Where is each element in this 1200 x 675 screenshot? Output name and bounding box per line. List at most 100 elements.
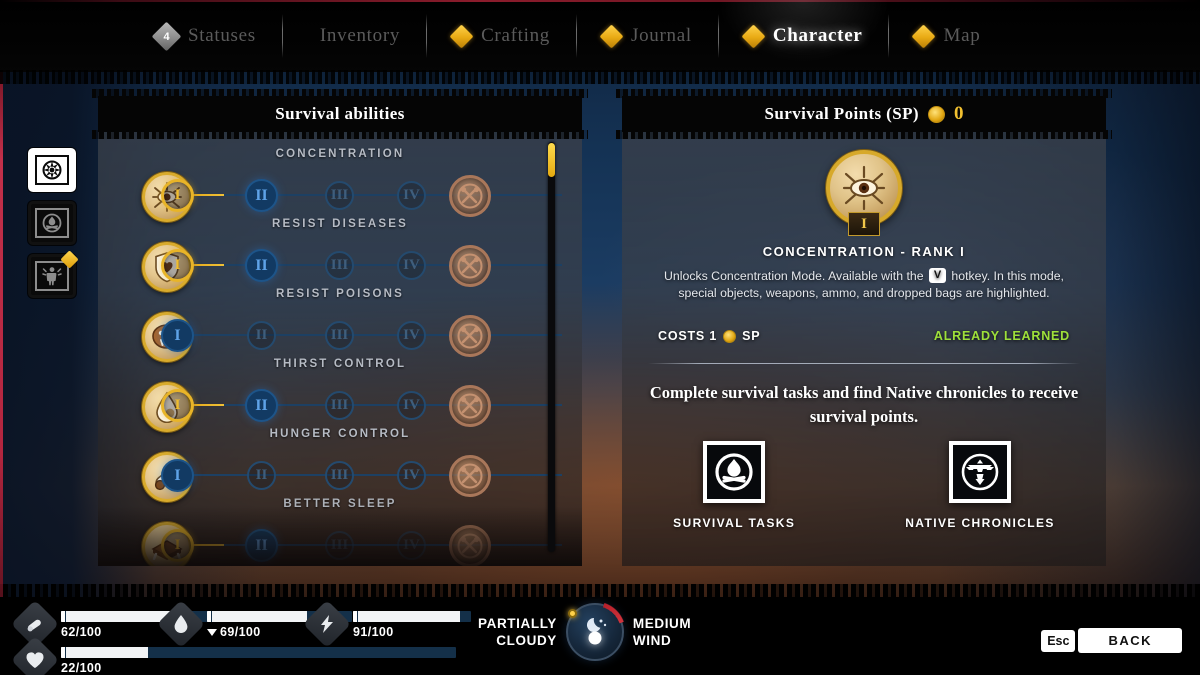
skill-rank-node[interactable]: IV — [397, 391, 426, 420]
crossed-hammers-icon[interactable] — [449, 385, 491, 427]
esc-key-badge: Esc — [1041, 629, 1076, 652]
tab-statuses[interactable]: 4 Statuses — [130, 0, 282, 72]
sp-source-native-chronicles[interactable]: NATIVE CHRONICLES — [905, 441, 1055, 530]
skill-rank-node[interactable]: III — [325, 321, 354, 350]
diamond-icon — [741, 23, 766, 49]
sp-coin-icon — [927, 105, 945, 123]
skill-track: I II III IV — [142, 522, 562, 566]
hotkey-badge: V — [928, 268, 946, 284]
crossed-hammers-icon[interactable] — [449, 315, 491, 357]
skill-rank-node[interactable]: IV — [397, 461, 426, 490]
section-divider — [648, 363, 1080, 364]
skill-rank-node[interactable]: I — [161, 459, 194, 492]
tab-label: Map — [943, 25, 981, 46]
skill-rank-node[interactable]: III — [325, 461, 354, 490]
rank-numeral-badge: I — [848, 212, 880, 236]
weather-condition: PARTIALLY CLOUDY — [478, 616, 557, 648]
skill-rank-node[interactable]: III — [325, 391, 354, 420]
skill-track: I II III IV — [142, 312, 562, 362]
energy-bar-group: 91/100 — [353, 607, 471, 639]
tab-character[interactable]: Character — [718, 0, 889, 72]
energy-value: 91/100 — [353, 625, 394, 639]
health-bar-tick — [61, 647, 66, 658]
skill-connector — [190, 334, 562, 336]
skill-rank-node[interactable]: I — [161, 179, 194, 212]
skill-rank-node[interactable]: IV — [397, 321, 426, 350]
rail-cooking-abilities[interactable] — [28, 201, 76, 245]
skill-name: THIRST CONTROL — [273, 358, 407, 370]
stat-health: 22/100 — [10, 635, 456, 675]
skill-rank-node[interactable]: IV — [397, 181, 426, 210]
skill-tree-scrollbar-thumb[interactable] — [548, 143, 555, 177]
skill-rank-node[interactable]: I — [161, 319, 194, 352]
sp-source-survival-tasks[interactable]: SURVIVAL TASKS — [673, 441, 795, 530]
health-bar — [61, 647, 456, 658]
back-control[interactable]: Esc BACK — [1041, 628, 1182, 653]
rail-survival-abilities[interactable] — [28, 148, 76, 192]
energy-bar-tick — [353, 611, 358, 622]
water-value: 69/100 — [220, 625, 261, 639]
cost-prefix: COSTS 1 — [658, 329, 718, 343]
top-navigation-bar: 4 Statuses Inventory Crafting Journal Charact… — [0, 0, 1200, 72]
perk-description: Unlocks Concentration Mode. Available wi… — [648, 268, 1080, 302]
perk-description-before: Unlocks Concentration Mode. Available wi… — [664, 269, 924, 283]
skill-row: RESIST DISEASES I II III IV — [116, 218, 564, 292]
skill-rank-node[interactable]: II — [247, 321, 276, 350]
rail-body-perks[interactable] — [28, 250, 79, 298]
ability-detail-panel: I CONCENTRATION - RANK I Unlocks Concent… — [622, 126, 1106, 566]
crossed-hammers-icon[interactable] — [449, 455, 491, 497]
skill-rank-node[interactable]: II — [245, 389, 278, 422]
crossed-hammers-icon[interactable] — [449, 175, 491, 217]
skill-tree-scrollbar-track[interactable] — [548, 142, 555, 552]
skill-tree-scroll-area[interactable]: CONCENTRATION I II III IV RESIST DISEASES I II I… — [98, 122, 582, 566]
skill-rank-node[interactable]: III — [325, 181, 354, 210]
skill-connector-lit — [190, 544, 224, 546]
tab-label: Inventory — [319, 25, 401, 46]
skill-row: THIRST CONTROL I II III IV — [116, 358, 564, 432]
survival-points-header: Survival Points (SP) 0 — [622, 96, 1106, 132]
thunderbird-circle-icon — [949, 441, 1012, 503]
skill-rank-node[interactable]: II — [245, 179, 278, 212]
body-perk-icon — [35, 261, 69, 291]
skill-rank-node[interactable]: III — [325, 531, 354, 560]
left-edge-accent — [0, 58, 3, 622]
right-panel-title: Survival Points (SP) — [764, 104, 919, 123]
skill-rank-node[interactable]: I — [161, 389, 194, 422]
weather-widget: PARTIALLY CLOUDY MEDIUM WIND — [478, 601, 698, 663]
skill-rank-node[interactable]: III — [325, 251, 354, 280]
tab-label: Character — [772, 25, 863, 46]
crossed-hammers-icon[interactable] — [449, 245, 491, 287]
skill-rank-node[interactable]: IV — [397, 251, 426, 280]
perk-cost: COSTS 1 SP — [658, 329, 760, 343]
ability-category-rail — [28, 148, 79, 298]
tab-map[interactable]: Map — [889, 0, 1006, 72]
tab-label: Journal — [630, 25, 692, 46]
weather-wind: MEDIUM WIND — [632, 616, 692, 648]
tab-journal[interactable]: Journal — [577, 0, 718, 72]
sp-source-hint: Complete survival tasks and find Native … — [649, 383, 1079, 426]
diamond-badge-icon: 4 — [151, 21, 182, 51]
cost-suffix: SP — [742, 329, 761, 343]
health-bar-fill — [61, 647, 148, 658]
skill-name: RESIST DISEASES — [272, 218, 408, 230]
sp-sources: SURVIVAL TASKS NATIVE CHRONICLES — [622, 441, 1106, 530]
skill-rank-node[interactable]: IV — [397, 531, 426, 560]
tab-inventory[interactable]: Inventory — [283, 0, 426, 72]
skill-rank-node[interactable]: I — [161, 249, 194, 282]
skill-name: HUNGER CONTROL — [269, 428, 411, 440]
crossed-hammers-icon[interactable] — [449, 525, 491, 566]
time-marker-icon — [567, 609, 577, 618]
survival-abilities-header: Survival abilities — [98, 96, 582, 132]
skill-row: BETTER SLEEP I II III IV — [116, 498, 564, 566]
skill-track: I II III IV — [142, 172, 562, 222]
tab-crafting[interactable]: Crafting — [427, 0, 576, 72]
skill-rank-node[interactable]: II — [245, 249, 278, 282]
back-button[interactable]: BACK — [1078, 628, 1182, 653]
skill-rank-node[interactable]: II — [245, 529, 278, 562]
skill-row: HUNGER CONTROL I II III IV — [116, 428, 564, 502]
moon-cloud-dial-icon — [563, 601, 626, 663]
skill-rank-node[interactable]: I — [161, 529, 194, 562]
survival-abilities-panel: CONCENTRATION I II III IV RESIST DISEASES I II I… — [98, 122, 582, 566]
bottom-hud: 62/100 69/100 2 91/100 — [0, 597, 1200, 675]
skill-rank-node[interactable]: II — [247, 461, 276, 490]
